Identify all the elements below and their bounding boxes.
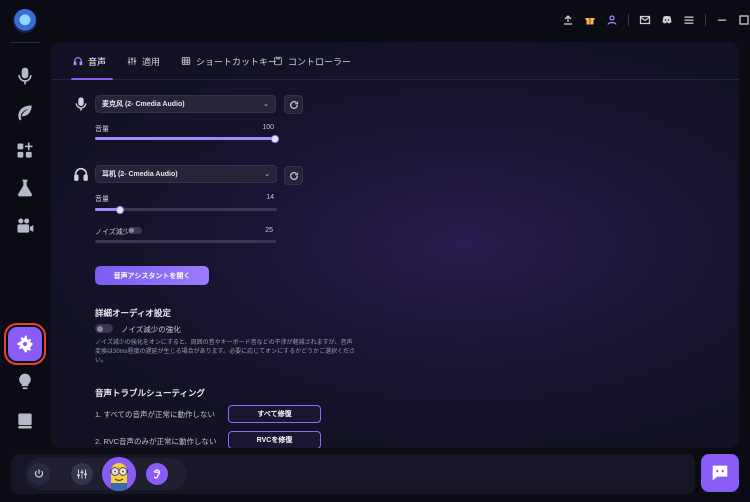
repair-rvc-button[interactable]: RVCを修復 [228,431,321,448]
sidebar-item-settings[interactable] [4,323,46,365]
noise-reduction-label: ノイズ減少 [95,229,130,236]
sidebar-item-lab[interactable] [9,172,41,204]
sidebar-item-voice[interactable] [9,60,41,92]
toolbar-divider [628,14,629,26]
minimize-button[interactable] [714,12,730,28]
tab-label: 適用 [142,56,161,67]
slider-handle[interactable] [271,134,279,143]
tab-controller[interactable]: コントローラー [273,54,351,68]
refresh-icon [289,171,298,180]
sidebar-item-apps[interactable] [9,135,41,167]
headphones-icon [74,167,88,181]
headphones-volume-slider[interactable] [95,205,277,214]
toolbar-divider [705,14,706,26]
lightbulb-icon [19,373,31,390]
sidebar-item-effects[interactable] [9,97,41,129]
microphone-icon [18,67,32,85]
ear-icon [153,469,161,479]
minimize-icon [718,19,726,21]
sidebar-item-tips[interactable] [9,366,41,398]
tab-label: ショートカットキー [196,56,278,67]
bottom-control-bar [11,454,695,494]
app-logo [13,9,37,33]
power-button[interactable] [28,463,50,485]
flask-icon [18,179,32,197]
microphone-icon [75,97,87,111]
sidebar-divider [10,42,40,43]
apps-add-icon [17,142,33,158]
user-icon [607,15,617,25]
headphones-volume-value: 14 [266,194,274,201]
tab-label: コントローラー [288,56,352,67]
refresh-icon [289,100,298,109]
noise-reduction-toggle[interactable] [128,227,142,234]
slider-handle[interactable] [116,205,125,214]
maximize-icon [739,15,749,25]
settings-panel: 音声 適用 ショートカットキー コントローラー 麦克风 (2- Cmedia A… [51,42,739,448]
export-button[interactable] [560,12,576,28]
repair-all-button[interactable]: すべて修復 [228,405,321,423]
tab-apply[interactable]: 適用 [127,54,160,68]
microphone-volume-value: 100 [262,124,274,131]
keyboard-icon [181,57,191,65]
sidebar [0,0,50,502]
upload-icon [564,15,572,25]
microphone-volume-label: 音量 [95,126,109,133]
power-icon [34,469,44,478]
noise-boost-label: ノイズ減少の強化 [121,325,181,334]
sliders-icon [127,57,137,65]
active-tab-indicator [71,78,113,80]
sidebar-item-video[interactable] [9,210,41,242]
book-icon [18,413,32,429]
equalizer-icon [77,469,87,479]
headphones-volume-label: 音量 [95,196,109,203]
minion-avatar-icon [102,457,136,491]
troubleshoot-row-text: 1. すべての音声が正常に動作しない [95,410,216,419]
discord-button[interactable] [659,12,675,28]
sidebar-item-guide[interactable] [9,405,41,437]
troubleshoot-row-text: 2. RVC音声のみが正常に動作しない [95,437,217,446]
chevron-down-icon: ⌄ [264,171,270,178]
tab-bar: 音声 適用 ショートカットキー コントローラー [51,42,739,80]
gift-icon [585,18,595,25]
chat-bubble-icon [712,465,728,481]
gear-icon [17,335,33,353]
microphone-volume-slider[interactable] [95,134,279,143]
menu-button[interactable] [681,12,697,28]
troubleshoot-title: 音声トラブルシューティング [95,388,205,398]
leaf-icon [18,105,32,121]
video-camera-icon [17,218,34,233]
microphone-device-value: 麦克风 (2- Cmedia Audio) [102,101,185,108]
noise-boost-toggle[interactable] [95,324,113,333]
chat-support-button[interactable] [701,454,739,492]
hearing-button[interactable] [146,463,168,485]
headphones-icon [73,57,83,66]
chevron-down-icon: ⌄ [263,101,269,108]
tab-label: 音声 [88,56,107,67]
headphones-refresh-button[interactable] [284,166,303,185]
microphone-refresh-button[interactable] [284,95,303,114]
mail-button[interactable] [637,12,653,28]
advanced-audio-title: 詳細オーディオ設定 [95,308,171,318]
title-bar-controls [560,11,750,29]
tab-audio[interactable]: 音声 [73,54,106,68]
headphones-device-value: 耳机 (2- Cmedia Audio) [102,171,178,178]
account-button[interactable] [604,12,620,28]
headphones-device-select[interactable]: 耳机 (2- Cmedia Audio) ⌄ [95,165,277,183]
noise-boost-description: ノイズ減少の強化をオンにすると、周囲の音やキーボード音などの干渉が軽減されますが… [95,340,356,364]
hamburger-icon [684,16,694,24]
mail-icon [639,15,651,25]
discord-icon [662,16,672,24]
tab-shortcuts[interactable]: ショートカットキー [181,54,277,68]
slider-fill [95,137,275,140]
noise-reduction-slider[interactable] [95,240,276,243]
gift-button[interactable] [582,12,598,28]
mixer-button[interactable] [71,463,93,485]
maximize-button[interactable] [736,12,750,28]
voice-avatar[interactable] [102,457,136,491]
open-voice-assistant-button[interactable]: 音声アシスタントを開く [95,266,209,285]
noise-reduction-value: 25 [265,227,273,234]
controller-icon [274,56,282,66]
microphone-device-select[interactable]: 麦克风 (2- Cmedia Audio) ⌄ [95,95,276,113]
